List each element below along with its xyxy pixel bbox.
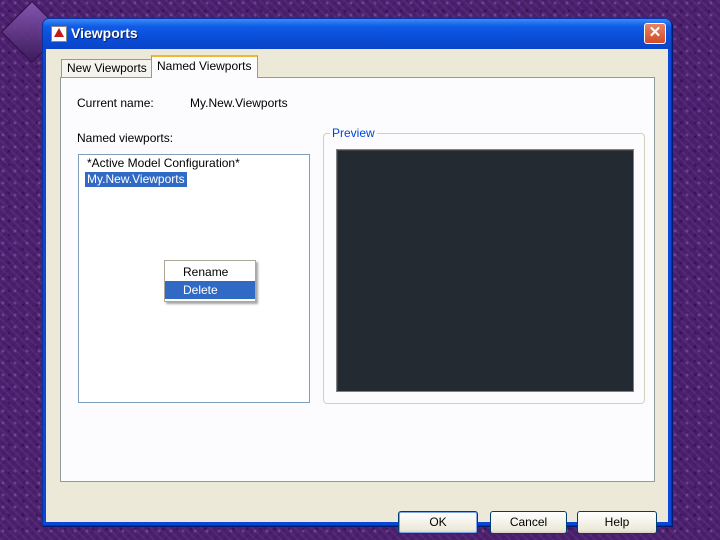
preview-area — [336, 149, 634, 392]
dialog-client-area: New Viewports Named Viewports Current na… — [46, 49, 668, 534]
ok-button[interactable]: OK — [398, 511, 478, 534]
named-viewports-label: Named viewports: — [77, 131, 174, 145]
context-menu: Rename Delete — [164, 260, 256, 302]
menu-item-delete[interactable]: Delete — [165, 281, 255, 299]
title-bar[interactable]: Viewports ✕ — [43, 19, 671, 49]
preview-group: Preview — [323, 126, 645, 404]
list-item-active-model-config[interactable]: *Active Model Configuration* — [85, 156, 242, 171]
preview-label: Preview — [330, 126, 377, 140]
tab-named-viewports[interactable]: Named Viewports — [151, 55, 258, 78]
menu-item-rename[interactable]: Rename — [165, 263, 255, 281]
tab-new-viewports[interactable]: New Viewports — [61, 59, 153, 77]
named-viewports-list[interactable]: *Active Model Configuration* My.New.View… — [78, 154, 310, 403]
autocad-app-icon — [51, 26, 67, 42]
window-title: Viewports — [71, 25, 138, 41]
list-item-my-new-viewports[interactable]: My.New.Viewports — [85, 172, 187, 187]
cancel-button[interactable]: Cancel — [490, 511, 567, 534]
named-viewports-panel: Current name: My.New.Viewports Named vie… — [60, 77, 655, 482]
close-button[interactable]: ✕ — [644, 23, 666, 44]
help-button[interactable]: Help — [577, 511, 657, 534]
current-name-value: My.New.Viewports — [190, 96, 288, 110]
current-name-label: Current name: — [77, 96, 154, 110]
help-button-label: Help — [604, 515, 630, 529]
viewports-dialog: Viewports ✕ New Viewports Named Viewport… — [42, 18, 672, 534]
